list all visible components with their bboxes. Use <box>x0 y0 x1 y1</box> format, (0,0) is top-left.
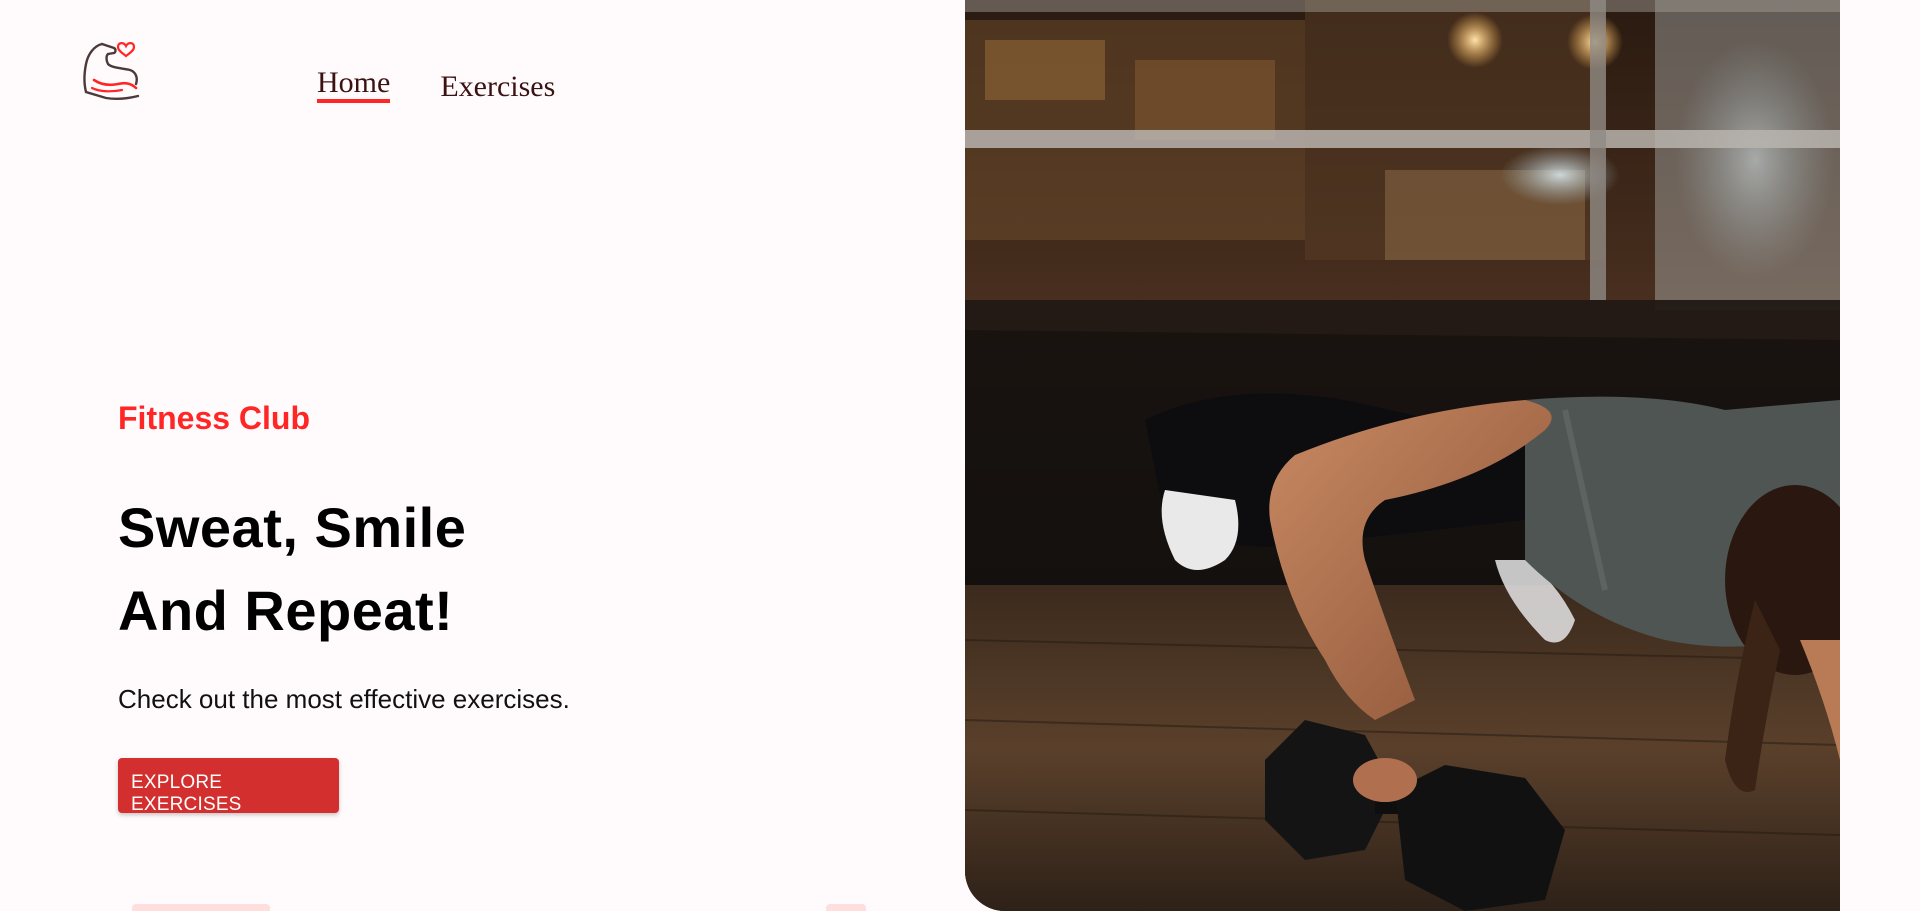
hero-banner-image <box>965 0 1840 911</box>
hero-eyebrow: Fitness Club <box>118 400 311 436</box>
main-nav: Home Exercises <box>317 66 555 103</box>
explore-exercises-button[interactable]: EXPLORE EXERCISES <box>118 758 339 815</box>
app-logo[interactable] <box>78 38 142 102</box>
hero-title: Sweat, Smile And Repeat! <box>118 486 818 652</box>
photo-icon <box>965 0 1840 911</box>
page: Home Exercises Fitness Club Sweat, Smile… <box>0 0 1920 911</box>
partial-element <box>132 904 270 911</box>
nav-home-link[interactable]: Home <box>317 66 391 103</box>
hero-section: Fitness Club Sweat, Smile And Repeat! Ch… <box>118 398 818 815</box>
hero-title-line-1: Sweat, Smile <box>118 496 467 559</box>
partial-element <box>826 904 866 911</box>
flexed-arm-icon <box>83 42 140 101</box>
hero-title-line-2: And Repeat! <box>118 579 454 642</box>
nav-exercises-link[interactable]: Exercises <box>440 70 555 103</box>
hero-subtitle: Check out the most effective exercises. <box>118 684 570 714</box>
